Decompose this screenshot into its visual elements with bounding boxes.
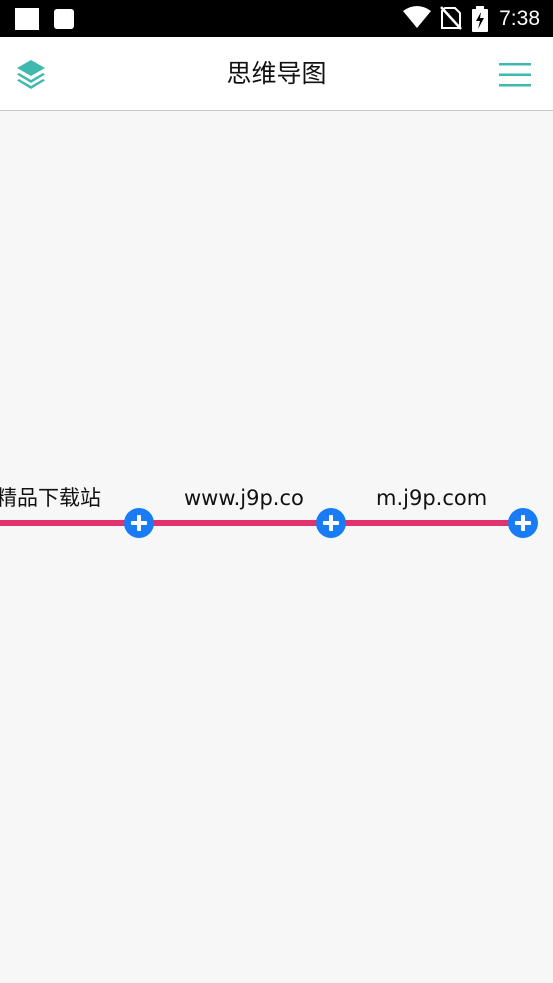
mindmap-connector-line bbox=[331, 520, 523, 526]
app-bar: 思维导图 bbox=[0, 37, 553, 111]
hamburger-menu-icon[interactable] bbox=[496, 61, 534, 89]
page-title: 思维导图 bbox=[226, 59, 327, 88]
mindmap-connector-line bbox=[139, 520, 331, 526]
add-child-node-icon[interactable] bbox=[124, 508, 154, 538]
no-sim-icon bbox=[440, 6, 462, 30]
add-child-node-icon[interactable] bbox=[508, 508, 538, 538]
mindmap-connector-line bbox=[0, 520, 135, 526]
mindmap-node-label[interactable]: m.j9p.com bbox=[376, 484, 487, 512]
status-bar: 7:38 bbox=[0, 0, 553, 37]
mindmap-node-label[interactable]: www.j9p.co bbox=[184, 484, 304, 512]
battery-charging-icon bbox=[472, 6, 488, 32]
mindmap-canvas[interactable]: 精品下载站 www.j9p.co m.j9p.com bbox=[0, 111, 553, 983]
mindmap-node-label[interactable]: 精品下载站 bbox=[0, 484, 101, 512]
notification-icon bbox=[54, 9, 74, 29]
clock-time: 7:38 bbox=[499, 7, 540, 30]
notification-icon bbox=[15, 8, 39, 30]
add-child-node-icon[interactable] bbox=[316, 508, 346, 538]
wifi-icon bbox=[403, 6, 431, 28]
